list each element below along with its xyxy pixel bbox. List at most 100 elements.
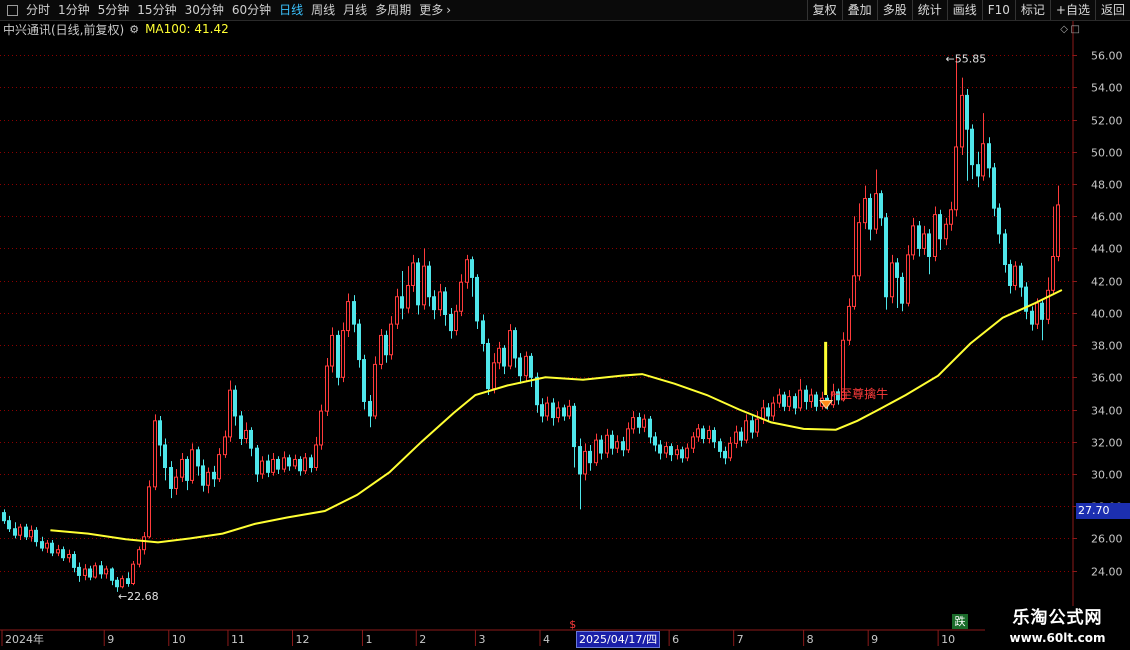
candle-body-103 (556, 407, 560, 419)
watermark-name: 乐淘公式网 (1012, 608, 1103, 628)
candle-body-101 (545, 402, 549, 417)
action-button-8[interactable]: 返回 (1094, 0, 1130, 20)
period-tab-0[interactable]: 分时 (22, 0, 54, 20)
y-tick-label-12: 48.00 (1091, 179, 1123, 192)
action-button-3[interactable]: 统计 (911, 0, 947, 20)
candle-body-159 (857, 222, 861, 277)
ma100-readout: MA100: 41.42 (145, 22, 229, 36)
candle-body-135 (728, 442, 732, 459)
candle-body-1 (7, 520, 11, 530)
candle-body-188 (1013, 265, 1017, 286)
candle-body-133 (718, 441, 722, 452)
candle-body-178 (960, 94, 964, 148)
action-button-6[interactable]: 标记 (1014, 0, 1050, 20)
period-tab-10[interactable]: 更多 › (415, 0, 455, 20)
window-square-icon[interactable] (7, 4, 18, 16)
corner-square-icon[interactable]: □ (1071, 24, 1080, 35)
candle-body-11 (61, 549, 65, 559)
action-button-1[interactable]: 叠加 (841, 0, 877, 20)
y-tick-label-9: 42.00 (1091, 276, 1123, 289)
candle-body-128 (691, 436, 695, 449)
y-tick-label-3: 30.00 (1091, 469, 1123, 482)
candle-body-150 (809, 394, 813, 402)
period-tab-1[interactable]: 1分钟 (54, 0, 94, 20)
candle-body-6 (34, 529, 38, 543)
action-button-5[interactable]: F10 (981, 0, 1015, 20)
candle-body-25 (137, 549, 141, 565)
candle-body-98 (529, 355, 533, 378)
candle-body-118 (637, 417, 641, 428)
candle-body-78 (422, 265, 426, 306)
period-tab-7[interactable]: 周线 (307, 0, 339, 20)
current-price-marker: 27.70 (1076, 503, 1130, 519)
candle-body-55 (298, 458, 302, 472)
candle-body-115 (621, 441, 625, 451)
x-tick-label-11: 7 (737, 633, 744, 646)
candle-body-195 (1051, 255, 1055, 291)
candle-body-26 (142, 536, 146, 551)
candle-body-27 (147, 486, 151, 538)
candle-body-89 (481, 320, 485, 344)
candle-body-130 (701, 428, 705, 440)
cursor-marker: $ (569, 618, 576, 631)
candle-body-171 (922, 233, 926, 249)
candle-body-37 (201, 465, 205, 486)
period-tabs: 分时 1分钟 5分钟 15分钟 30分钟 60分钟 日线 周线 月线 多周期 更多 › (0, 0, 455, 20)
candle-body-193 (1040, 302, 1044, 320)
candle-body-70 (379, 334, 383, 365)
candle-body-127 (685, 447, 689, 459)
candle-body-35 (190, 449, 194, 481)
y-tick-label-5: 34.00 (1091, 405, 1123, 418)
action-button-2[interactable]: 多股 (876, 0, 912, 20)
candle-body-54 (293, 458, 297, 467)
action-button-4[interactable]: 画线 (946, 0, 982, 20)
candle-body-68 (368, 400, 372, 417)
x-tick-label-10: 6 (672, 633, 679, 646)
candle-body-75 (406, 284, 410, 309)
candle-body-86 (465, 259, 469, 283)
candle-body-62 (336, 334, 340, 378)
candle-body-194 (1046, 289, 1050, 320)
candle-body-113 (610, 434, 614, 449)
y-tick-label-8: 40.00 (1091, 308, 1123, 321)
candle-body-50 (271, 458, 275, 473)
action-button-0[interactable]: 复权 (806, 0, 842, 20)
candle-body-139 (750, 420, 754, 433)
candle-body-47 (255, 447, 259, 475)
candle-body-59 (319, 410, 323, 446)
candle-body-187 (1008, 264, 1012, 286)
period-tab-5[interactable]: 60分钟 (228, 0, 275, 20)
period-tab-3[interactable]: 15分钟 (133, 0, 180, 20)
period-tab-6[interactable]: 日线 (275, 0, 307, 20)
candle-body-126 (680, 449, 684, 459)
candle-body-132 (712, 429, 716, 443)
period-tab-8[interactable]: 月线 (339, 0, 371, 20)
kline-chart[interactable]: 24.0026.0028.0030.0032.0034.0036.0038.00… (0, 0, 1130, 650)
candle-body-146 (787, 396, 791, 407)
gear-icon[interactable]: ⚙ (129, 23, 139, 36)
candle-body-142 (766, 407, 770, 417)
x-tick-label-5: 1 (365, 633, 372, 646)
period-tab-9[interactable]: 多周期 (371, 0, 415, 20)
candle-body-95 (513, 330, 517, 359)
candle-body-157 (847, 305, 851, 341)
candle-body-72 (389, 323, 393, 356)
period-tab-2[interactable]: 5分钟 (94, 0, 134, 20)
candle-body-164 (884, 217, 888, 298)
candle-body-191 (1030, 310, 1034, 325)
candle-body-80 (432, 296, 436, 311)
candle-body-66 (357, 323, 361, 361)
candles-group (2, 57, 1060, 592)
y-tick-label-7: 38.00 (1091, 340, 1123, 353)
candle-body-147 (793, 396, 797, 409)
action-button-7[interactable]: +自选 (1049, 0, 1095, 20)
candle-body-184 (992, 167, 996, 209)
candle-body-73 (395, 296, 399, 325)
candle-body-18 (99, 565, 103, 575)
diamond-icon[interactable]: ◇ (1060, 24, 1068, 35)
candle-body-9 (50, 542, 54, 554)
candle-body-137 (739, 431, 743, 441)
candle-body-29 (158, 420, 162, 446)
y-tick-label-16: 56.00 (1091, 50, 1123, 63)
period-tab-4[interactable]: 30分钟 (181, 0, 228, 20)
